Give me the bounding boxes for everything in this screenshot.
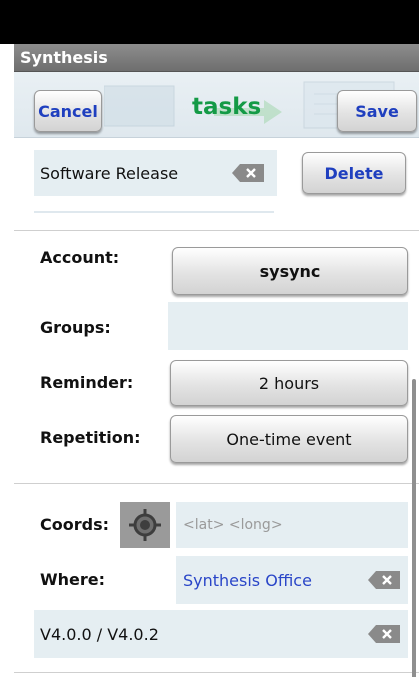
where-label: Where: (40, 570, 106, 589)
coords-placeholder: <lat> <long> (183, 517, 283, 533)
coords-label: Coords: (40, 515, 109, 534)
locate-icon (129, 509, 161, 541)
clear-text-icon[interactable] (232, 164, 264, 182)
delete-button[interactable]: Delete (302, 152, 406, 194)
section-divider (14, 230, 419, 231)
task-name-value: Software Release (40, 163, 179, 183)
account-label: Account: (40, 248, 120, 267)
name-underline (34, 211, 274, 213)
scrollbar[interactable] (412, 379, 416, 677)
locate-button[interactable] (120, 502, 170, 548)
cancel-button[interactable]: Cancel (34, 90, 102, 132)
save-button[interactable]: Save (337, 90, 417, 132)
app-window: Synthesis Cancel tasks Save Software Rel… (14, 44, 419, 677)
app-title: Synthesis (20, 48, 108, 67)
reminder-button[interactable]: 2 hours (170, 360, 408, 406)
section-divider-2 (14, 483, 419, 484)
clear-text-icon[interactable] (368, 571, 400, 589)
groups-field[interactable] (168, 302, 408, 350)
account-button[interactable]: sysync (172, 247, 408, 295)
coords-field[interactable]: <lat> <long> (176, 502, 408, 548)
repetition-label: Repetition: (40, 428, 141, 447)
section-divider-3 (14, 672, 419, 673)
header-bar: Cancel tasks Save (14, 72, 419, 138)
reminder-label: Reminder: (40, 373, 134, 392)
where-value: Synthesis Office (183, 570, 312, 590)
app-title-bar: Synthesis (14, 44, 419, 72)
version-value: V4.0.0 / V4.0.2 (40, 624, 159, 644)
page-title: tasks (192, 94, 262, 120)
groups-label: Groups: (40, 318, 111, 337)
version-field[interactable]: V4.0.0 / V4.0.2 (34, 610, 408, 658)
status-bar (0, 0, 419, 44)
clear-text-icon[interactable] (368, 625, 400, 643)
repetition-button[interactable]: One-time event (170, 415, 408, 463)
